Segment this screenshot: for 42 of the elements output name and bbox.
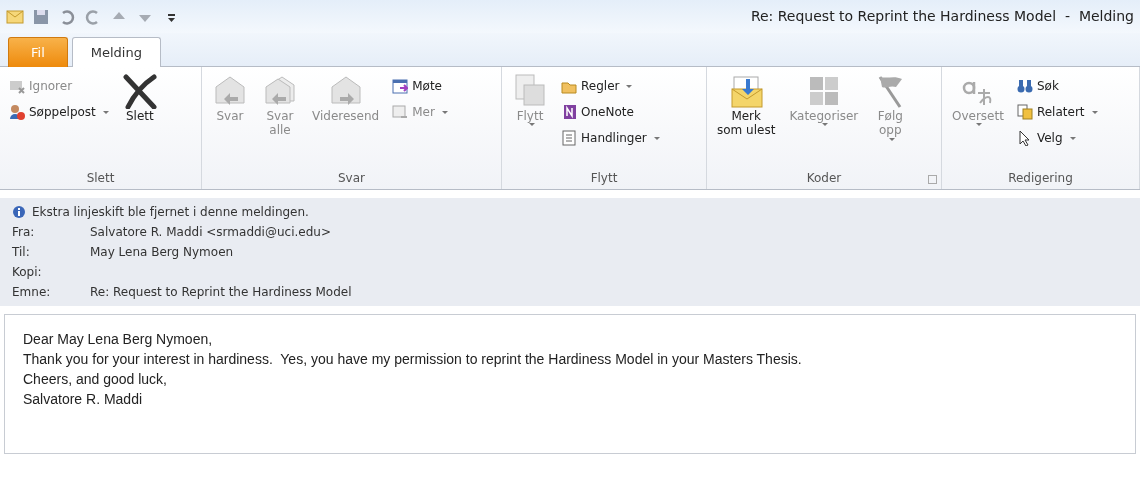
junk-mail-icon: [9, 104, 25, 120]
body-text: Dear May Lena Berg Nymoen,: [23, 330, 214, 349]
body-text: Cheers, and good luck,: [23, 370, 168, 389]
documents-icon: [512, 73, 548, 109]
info-message: Ekstra linjeskift ble fjernet i denne meldingen.: [32, 204, 309, 221]
ribbon-tab[interactable]: Melding: [71, 36, 161, 67]
ignore-icon: [9, 78, 25, 94]
info-icon: [12, 205, 26, 219]
group-label: Svar: [338, 171, 365, 185]
group-label: Koder: [806, 171, 842, 185]
save-icon[interactable]: [32, 7, 50, 26]
ribbon-button[interactable]: Søppelpost: [6, 101, 112, 123]
field-label: Kopi:: [12, 264, 43, 281]
field-value: Re: Request to Reprint the Hardiness Model: [90, 284, 352, 301]
ribbon-button[interactable]: Handlinger: [558, 127, 663, 149]
field-label: Fra:: [12, 224, 36, 241]
ribbon-button[interactable]: Søk: [1013, 75, 1101, 97]
group-label: Slett: [86, 171, 115, 185]
field-label: Til:: [12, 244, 31, 261]
dialog-launcher-icon[interactable]: [928, 175, 937, 184]
window-title: Re: Request to Reprint the Hardiness Model - Melding: [750, 7, 1134, 26]
body-text: Salvatore R. Maddi: [23, 390, 144, 409]
documents-icon: [1016, 104, 1033, 120]
ribbon-button[interactable]: Relatert: [1013, 101, 1101, 123]
group-label: Flytt: [590, 171, 618, 185]
field-value: May Lena Berg Nymoen: [90, 244, 234, 261]
document-list-icon: [561, 130, 577, 146]
ribbon-button[interactable]: Merk som ulest: [713, 69, 780, 142]
field-label: Emne:: [12, 284, 52, 301]
ribbon-button[interactable]: OneNote: [558, 101, 663, 123]
delete-x-icon: [121, 73, 158, 109]
ribbon-button[interactable]: Regler: [558, 75, 663, 97]
ribbon-button[interactable]: Slett: [117, 69, 162, 128]
notebook-icon: [561, 104, 577, 120]
body-text: Thank you for your interest in hardiness. Yes, you have my permission to reprint the Hardiness Model in your Masters Thesis.: [23, 350, 803, 369]
binoculars-icon: [1016, 78, 1033, 94]
ribbon-button[interactable]: Velg: [1013, 127, 1101, 149]
group-label: Redigering: [1008, 171, 1073, 185]
envelope-icon[interactable]: [6, 7, 24, 26]
envelope-arrow-icon: [728, 73, 765, 109]
field-value: Salvatore R. Maddi <srmaddi@uci.edu>: [90, 224, 331, 241]
ribbon-button[interactable]: Møte: [389, 75, 451, 97]
